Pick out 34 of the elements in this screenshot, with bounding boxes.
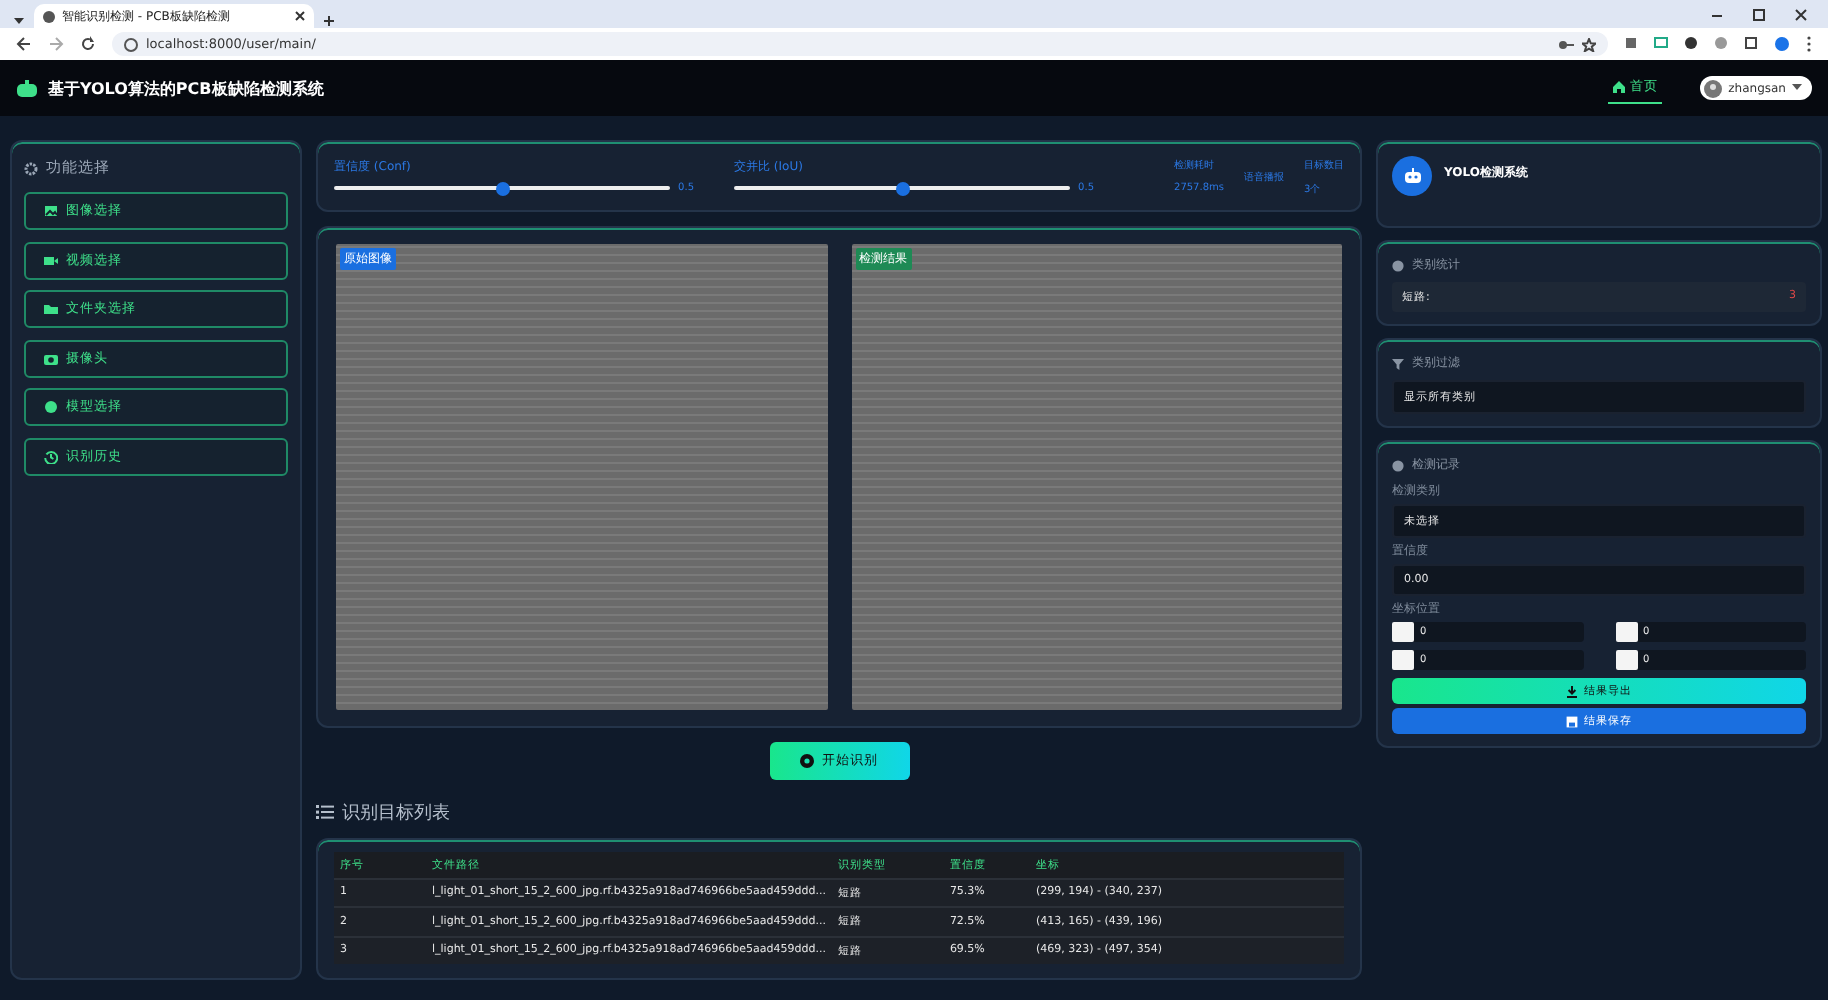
menu-icon [1806, 36, 1812, 52]
home-icon [1612, 80, 1627, 94]
slider-thumb[interactable] [495, 181, 510, 195]
floppy-disk-icon [1566, 715, 1578, 727]
circle-icon [1684, 36, 1698, 50]
profile-icon [1774, 36, 1790, 52]
close-icon [1794, 7, 1808, 21]
download-icon [1566, 685, 1578, 697]
reload-icon [80, 36, 96, 52]
key-icon [1558, 37, 1574, 51]
robot-avatar-icon [1392, 156, 1432, 196]
camera-icon [44, 351, 58, 365]
table-title: 识别目标列表 [342, 801, 450, 825]
star-icon [1582, 37, 1596, 51]
avatar-icon [1704, 79, 1723, 97]
back-arrow-icon [16, 36, 32, 52]
slider-thumb[interactable] [895, 181, 910, 195]
close-icon [294, 10, 306, 22]
screen-icon [1654, 36, 1668, 50]
filter-icon [1392, 357, 1404, 369]
video-camera-icon [44, 253, 58, 267]
circle-icon [1714, 36, 1728, 50]
folder-icon [44, 302, 58, 316]
forward-arrow-icon [48, 36, 64, 52]
plus-icon [322, 14, 336, 28]
list-icon [316, 804, 334, 820]
maximize-icon [1752, 7, 1766, 21]
app-title: 基于YOLO算法的PCB板缺陷检测系统 [48, 77, 324, 99]
play-circle-icon [800, 753, 814, 767]
image-icon [44, 204, 58, 218]
robot-icon [16, 79, 38, 97]
caret-icon [1792, 84, 1802, 92]
history-icon [44, 449, 58, 463]
gear-icon [24, 161, 38, 175]
